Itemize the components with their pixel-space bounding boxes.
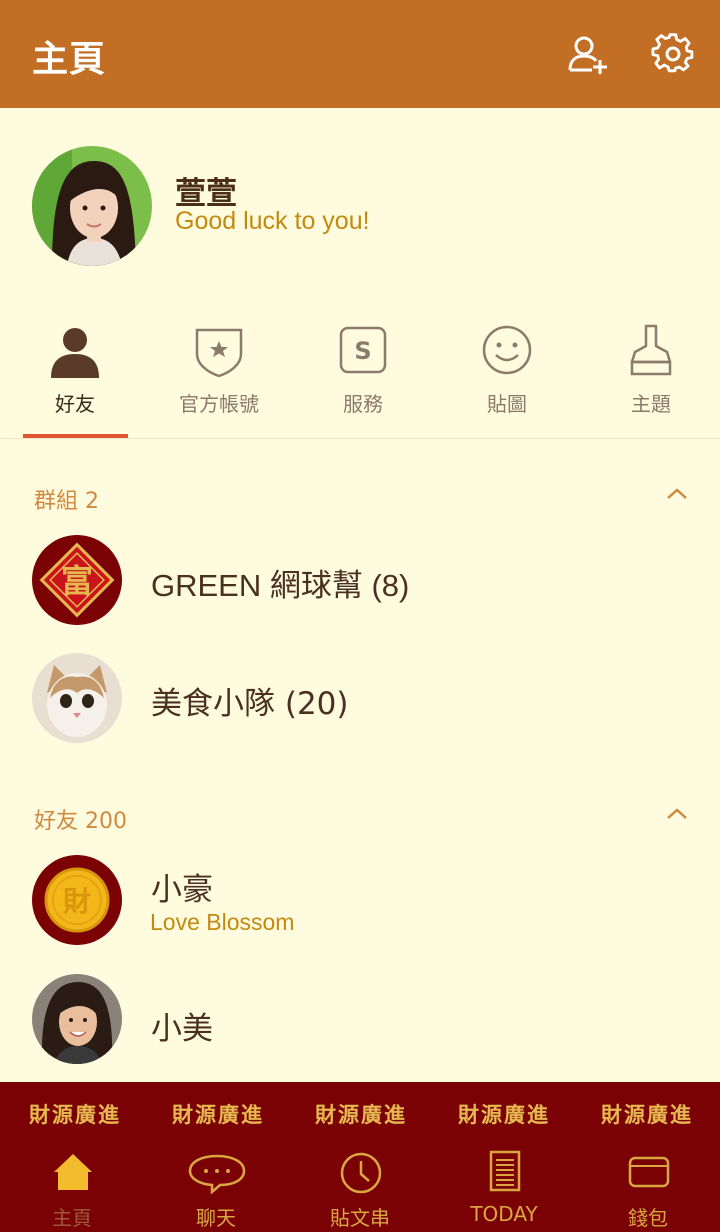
tab-services[interactable]: S 服務: [288, 316, 432, 438]
gold-coin-avatar[interactable]: 財: [32, 855, 122, 945]
tab-stickers[interactable]: 貼圖: [432, 316, 576, 438]
woman-avatar[interactable]: [32, 974, 122, 1064]
profile-avatar[interactable]: [32, 146, 152, 266]
nav-today[interactable]: TODAY: [432, 1142, 576, 1232]
service-s-icon: S: [339, 326, 387, 374]
tab-themes[interactable]: 主題: [576, 316, 720, 438]
svg-text:富: 富: [61, 562, 93, 600]
friend-name[interactable]: 小豪: [151, 864, 213, 909]
clock-icon: [340, 1152, 382, 1194]
divider: [0, 438, 720, 439]
tab-label: 貼圖: [487, 392, 527, 416]
fu-charm-avatar[interactable]: 富: [32, 535, 122, 625]
home-icon: [54, 1154, 92, 1190]
banner-text: 財源廣進: [29, 1103, 121, 1127]
cat-avatar[interactable]: [32, 653, 122, 743]
group-name[interactable]: GREEN 網球幫 (8): [151, 560, 409, 605]
banner-text: 財源廣進: [458, 1103, 550, 1127]
settings-gear-icon[interactable]: [651, 32, 695, 76]
svg-text:財: 財: [63, 885, 91, 918]
friend-status-message: Love Blossom: [150, 909, 295, 935]
shield-star-icon: [195, 328, 243, 378]
top-header: 主頁: [0, 0, 720, 108]
group-name[interactable]: 美食小隊 (20): [151, 678, 349, 723]
tab-official-accounts[interactable]: 官方帳號: [144, 316, 288, 438]
nav-label: 錢包: [628, 1206, 668, 1230]
banner-text: 財源廣進: [315, 1103, 407, 1127]
tab-friends[interactable]: 好友: [0, 316, 144, 438]
nav-label: 聊天: [196, 1206, 236, 1230]
svg-text:S: S: [354, 337, 371, 365]
add-friend-icon[interactable]: [566, 32, 610, 76]
tab-label: 主題: [631, 392, 671, 416]
tab-label: 官方帳號: [179, 392, 259, 416]
person-icon: [51, 328, 99, 378]
nav-home[interactable]: 主頁: [0, 1142, 144, 1232]
nav-label: TODAY: [470, 1202, 538, 1226]
friends-section-header[interactable]: 好友 200: [34, 803, 127, 835]
nav-wallet[interactable]: 錢包: [576, 1142, 720, 1232]
nav-timeline[interactable]: 貼文串: [288, 1142, 432, 1232]
groups-section-header[interactable]: 群組 2: [34, 483, 99, 515]
chevron-up-icon[interactable]: [664, 805, 690, 821]
banner-text: 財源廣進: [172, 1103, 264, 1127]
category-tabs: 好友 官方帳號 S 服務 貼圖 主題: [0, 316, 720, 438]
smiley-icon: [482, 325, 532, 375]
chevron-up-icon[interactable]: [664, 485, 690, 501]
bottom-navigation: 財源廣進 財源廣進 財源廣進 財源廣進 財源廣進 主頁 聊天 貼文串 TODAY…: [0, 1082, 720, 1232]
tab-label: 服務: [343, 392, 383, 416]
nav-label: 主頁: [52, 1206, 92, 1230]
tab-label: 好友: [55, 392, 95, 416]
chat-icon: [188, 1154, 246, 1194]
nav-chats[interactable]: 聊天: [144, 1142, 288, 1232]
wallet-icon: [628, 1156, 670, 1188]
brush-icon: [630, 324, 672, 376]
banner-text: 財源廣進: [601, 1103, 693, 1127]
friend-name[interactable]: 小美: [151, 1003, 213, 1048]
news-icon: [489, 1150, 521, 1192]
nav-label: 貼文串: [330, 1206, 390, 1230]
profile-status-message[interactable]: Good luck to you!: [175, 207, 370, 236]
page-title: 主頁: [32, 39, 107, 80]
